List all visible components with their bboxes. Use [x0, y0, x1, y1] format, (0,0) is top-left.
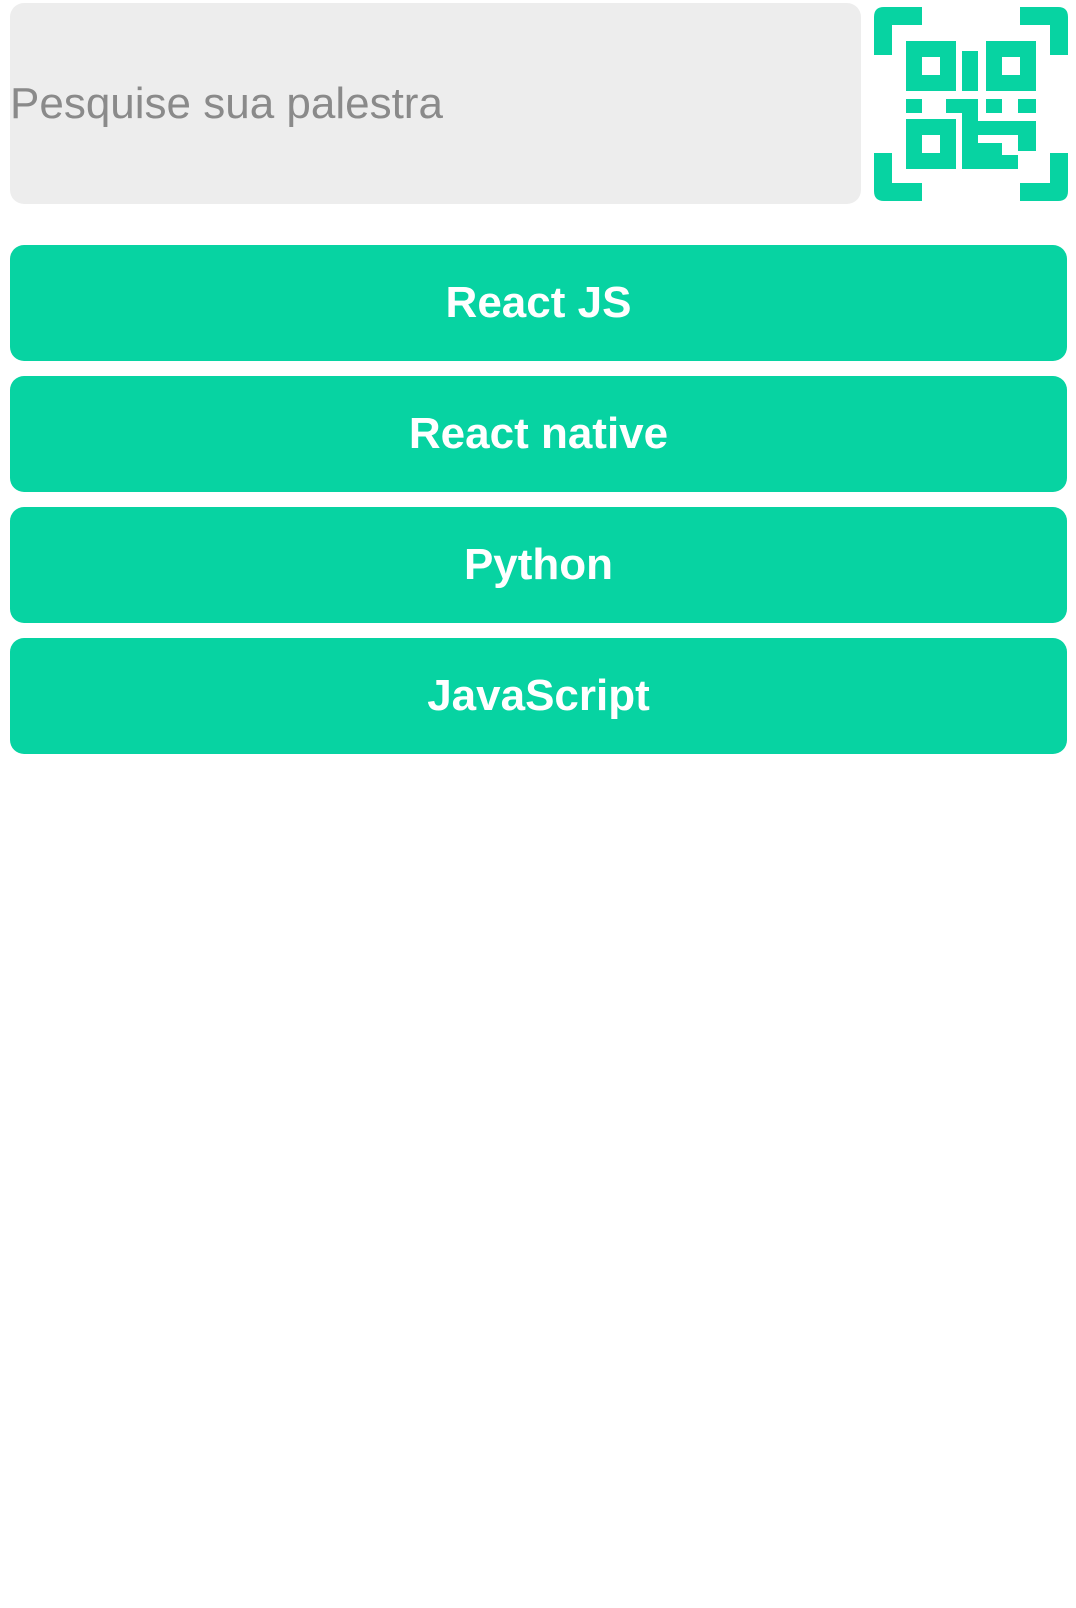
topic-button-react-js[interactable]: React JS [10, 245, 1067, 361]
qr-scan-button[interactable] [874, 7, 1068, 201]
search-bar [10, 3, 1068, 204]
search-input[interactable] [10, 3, 861, 204]
topic-button-javascript[interactable]: JavaScript [10, 638, 1067, 754]
qr-code-scan-icon [874, 7, 1068, 201]
topic-list: React JS React native Python JavaScript [10, 245, 1067, 769]
topic-button-python[interactable]: Python [10, 507, 1067, 623]
search-box[interactable] [10, 3, 861, 204]
topic-button-react-native[interactable]: React native [10, 376, 1067, 492]
